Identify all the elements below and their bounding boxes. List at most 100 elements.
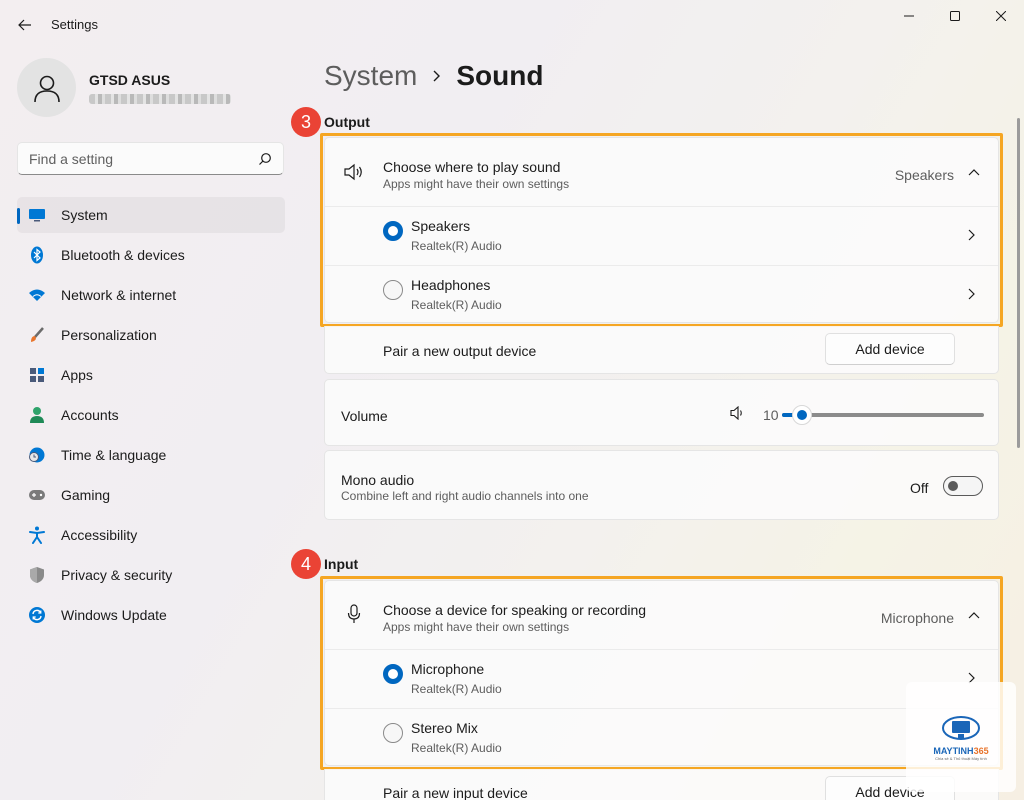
radio-speakers[interactable] [383,221,403,241]
sidebar-item-apps[interactable]: Apps [17,357,285,393]
maximize-icon [950,11,960,21]
device-name: Stereo Mix [411,720,478,736]
choose-output-row[interactable]: Choose where to play sound Apps might ha… [325,138,998,206]
volume-icon[interactable] [730,406,746,420]
sidebar-item-label: Gaming [61,487,111,503]
breadcrumb-parent[interactable]: System [324,60,417,92]
pair-output-label: Pair a new output device [383,343,537,359]
choose-output-subtitle: Apps might have their own settings [383,177,570,191]
sidebar-item-label: Personalization [61,327,157,343]
mono-audio-toggle[interactable] [943,476,983,496]
sidebar-nav: System Bluetooth & devices Network & int… [17,197,285,637]
input-device-microphone[interactable]: Microphone Realtek(R) Audio [325,650,998,708]
sidebar-item-label: Bluetooth & devices [61,247,185,263]
gamepad-icon [28,486,46,504]
close-icon [996,11,1006,21]
input-device-stereo-mix[interactable]: Stereo Mix Realtek(R) Audio [325,709,998,767]
avatar [17,58,76,117]
device-driver: Realtek(R) Audio [411,239,502,253]
sidebar-item-network[interactable]: Network & internet [17,277,285,313]
sidebar-item-privacy[interactable]: Privacy & security [17,557,285,593]
sidebar-item-label: Time & language [61,447,167,463]
back-arrow-icon [18,19,31,31]
profile-email-redacted [89,93,231,104]
sidebar-item-bluetooth[interactable]: Bluetooth & devices [17,237,285,273]
radio-headphones[interactable] [383,280,403,300]
close-button[interactable] [978,0,1024,32]
search-box[interactable] [17,142,284,175]
sidebar-item-accessibility[interactable]: Accessibility [17,517,285,553]
section-label-input: Input [324,556,359,572]
accessibility-icon [28,526,46,544]
speaker-icon [344,163,362,181]
device-driver: Realtek(R) Audio [411,298,502,312]
sidebar-item-label: Apps [61,367,93,383]
mono-audio-state: Off [910,480,929,496]
update-icon [28,606,46,624]
device-name: Headphones [411,277,491,293]
watermark-tagline: Chia sẻ & Thủ thuật Máy tính [935,755,987,761]
output-device-speakers[interactable]: Speakers Realtek(R) Audio [325,207,998,265]
volume-slider[interactable] [782,405,984,425]
maximize-button[interactable] [932,0,978,32]
search-icon[interactable] [258,152,272,166]
user-profile[interactable]: GTSD ASUS [17,58,231,117]
watermark-brand-accent: 365 [973,745,989,756]
sidebar-item-personalization[interactable]: Personalization [17,317,285,353]
minimize-button[interactable] [886,0,932,32]
minimize-icon [904,15,914,17]
search-input[interactable] [18,143,238,174]
pair-output-row: Pair a new output device Add device [324,326,999,374]
monitor-icon [28,206,46,224]
radio-microphone[interactable] [383,664,403,684]
sidebar-item-label: Windows Update [61,607,167,623]
page-title: Sound [456,60,544,91]
sidebar-item-time-language[interactable]: Time & language [17,437,285,473]
device-name: Microphone [411,661,485,677]
chevron-up-icon[interactable] [968,611,980,619]
scrollbar[interactable] [1017,118,1020,448]
current-output-value: Speakers [894,167,954,183]
choose-input-subtitle: Apps might have their own settings [383,620,570,634]
watermark-logo: MAYTINH365 Chia sẻ & Thủ thuật Máy tính [906,682,1016,792]
back-button[interactable] [14,14,36,36]
globe-clock-icon [28,446,46,464]
section-label-output: Output [324,114,370,130]
chevron-up-icon[interactable] [968,168,980,176]
person-icon [33,75,60,102]
choose-input-title: Choose a device for speaking or recordin… [383,602,647,618]
mono-audio-subtitle: Combine left and right audio channels in… [341,489,589,503]
sidebar-item-label: Network & internet [61,287,177,303]
sidebar-item-gaming[interactable]: Gaming [17,477,285,513]
bluetooth-icon [28,246,46,264]
app-title: Settings [51,17,98,32]
output-device-headphones[interactable]: Headphones Realtek(R) Audio [325,266,998,324]
radio-stereo-mix[interactable] [383,723,403,743]
shield-icon [28,566,46,584]
add-output-device-button[interactable]: Add device [825,333,955,365]
choose-input-row[interactable]: Choose a device for speaking or recordin… [325,581,998,649]
breadcrumb: System Sound [324,58,543,94]
sidebar-item-label: Accounts [61,407,119,423]
sidebar-item-label: Accessibility [61,527,138,543]
watermark-brand: MAYTINH365 [933,746,988,756]
volume-slider-thumb[interactable] [792,405,813,425]
output-device-card: Choose where to play sound Apps might ha… [324,137,999,323]
step-badge-3: 3 [291,107,321,137]
sidebar-item-accounts[interactable]: Accounts [17,397,285,433]
chevron-right-icon[interactable] [968,288,976,300]
chevron-right-icon[interactable] [968,229,976,241]
apps-icon [28,366,46,384]
device-driver: Realtek(R) Audio [411,741,502,755]
pair-input-row: Pair a new input device Add device [324,769,999,800]
toggle-knob [948,481,958,491]
pair-input-label: Pair a new input device [383,785,528,800]
sidebar-item-label: Privacy & security [61,567,173,583]
title-bar: Settings [0,0,1024,48]
sidebar-item-windows-update[interactable]: Windows Update [17,597,285,633]
sidebar-item-system[interactable]: System [17,197,285,233]
chevron-right-icon [433,70,441,82]
profile-name: GTSD ASUS [89,71,171,88]
device-name: Speakers [411,218,471,234]
brush-icon [28,326,46,344]
